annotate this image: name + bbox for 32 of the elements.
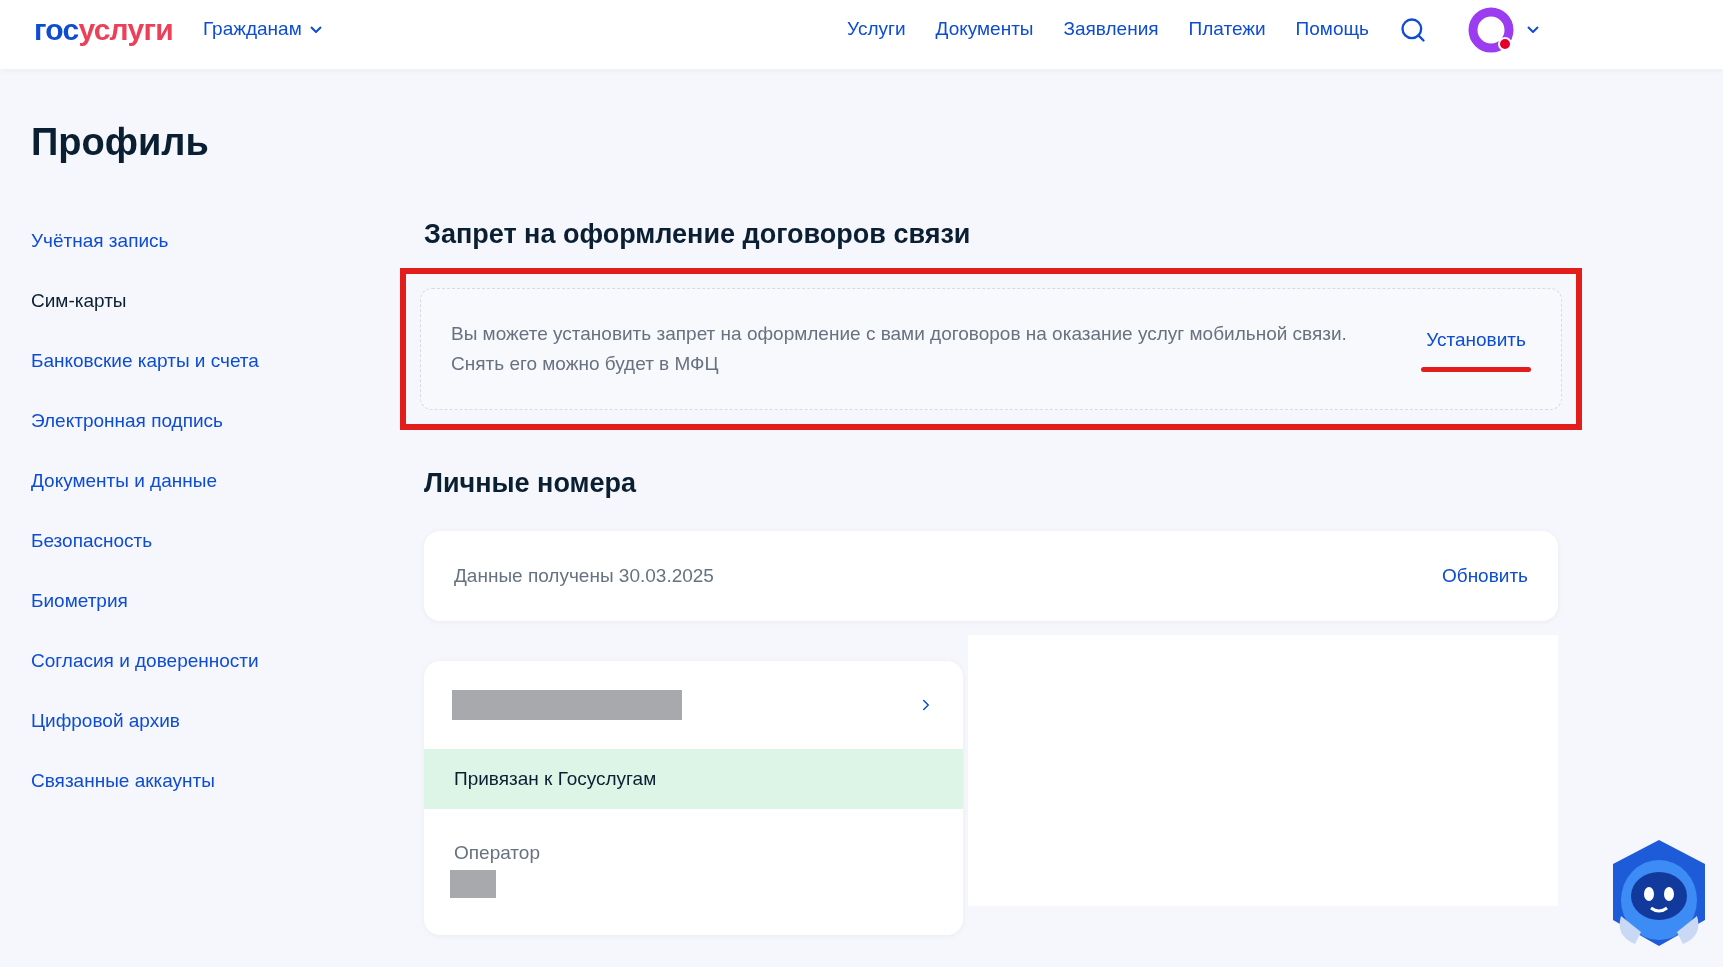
profile-menu[interactable] (1467, 5, 1539, 54)
nav-link[interactable]: Платежи (1188, 15, 1266, 44)
nav-link[interactable]: Документы (935, 15, 1034, 44)
sidebar-item[interactable]: Цифровой архив (31, 709, 392, 733)
info-text: Вы можете установить запрет на оформление с вами договоров на оказание услуг мобильной связи. Снять его можно будет в МФЦ (451, 322, 1348, 376)
avatar-ring-icon (1467, 5, 1515, 54)
sidebar-item[interactable]: Учётная запись (31, 229, 392, 253)
logo[interactable]: госуслуги (34, 14, 173, 45)
section-title: Личные номера (424, 470, 638, 497)
chevron-down-icon (1527, 26, 1539, 33)
nav-link[interactable]: Услуги (847, 15, 906, 44)
sidebar-item[interactable]: Связанные аккаунты (31, 769, 392, 793)
linked-status-text: Привязан к Госуслугам (454, 766, 657, 791)
set-ban-link[interactable]: Установить (1426, 326, 1526, 355)
data-received-text: Данные получены 30.03.2025 (454, 563, 714, 588)
refresh-link[interactable]: Обновить (1441, 561, 1528, 591)
nav-link[interactable]: Заявления (1063, 15, 1159, 44)
sidebar-item[interactable]: Банковские карты и счета (31, 349, 392, 373)
section-title: Запрет на оформление договоров связи (424, 221, 972, 248)
sidebar-item[interactable]: Биометрия (31, 589, 392, 613)
search-icon[interactable] (1399, 15, 1427, 44)
nav-link[interactable]: Помощь (1295, 15, 1369, 44)
sidebar-item[interactable]: Документы и данные (31, 469, 392, 493)
sidebar-item[interactable]: Сим-карты (31, 289, 392, 313)
redacted-block (450, 869, 496, 898)
operator-label: Оператор (453, 841, 541, 865)
sidebar-item[interactable]: Согласия и доверенности (31, 649, 392, 673)
page-title: Профиль (31, 123, 210, 161)
sidebar-item[interactable]: Безопасность (31, 529, 392, 553)
chevron-down-icon (309, 26, 322, 33)
sidebar-item[interactable]: Электронная подпись (31, 409, 392, 433)
audience-dropdown[interactable]: Гражданам (202, 15, 322, 44)
